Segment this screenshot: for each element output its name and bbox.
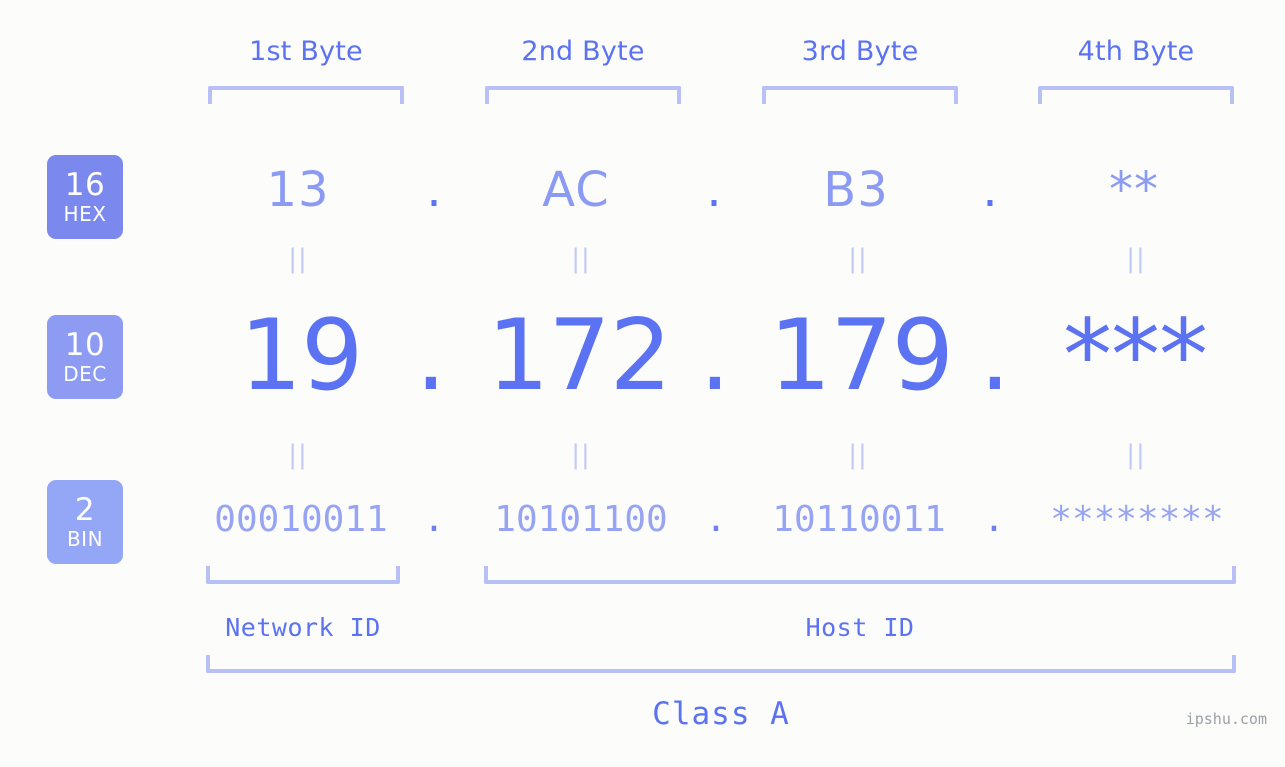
class-label: Class A — [206, 696, 1236, 732]
base-badge-dec-number: 10 — [65, 330, 105, 361]
network-id-label: Network ID — [206, 613, 400, 642]
byte-bracket-top-3 — [762, 86, 958, 104]
equals-mark-hex-dec-1: || — [200, 246, 396, 272]
dec-byte-1: 19 — [200, 296, 402, 416]
byte-bracket-top-1 — [208, 86, 404, 104]
hex-byte-4: ** — [1036, 150, 1232, 230]
byte-header-1: 1st Byte — [208, 32, 404, 72]
base-badge-dec-name: DEC — [63, 364, 107, 384]
equals-mark-dec-bin-4: || — [1038, 442, 1234, 468]
bin-byte-2: 10101100 — [480, 492, 682, 548]
dec-byte-3: 179 — [748, 296, 974, 416]
bin-separator-3: . — [962, 492, 1026, 548]
dec-separator-2: . — [680, 296, 750, 416]
byte-header-3: 3rd Byte — [762, 32, 958, 72]
class-bracket — [206, 655, 1236, 673]
bin-separator-1: . — [402, 492, 466, 548]
byte-header-2: 2nd Byte — [485, 32, 681, 72]
base-badge-dec: 10 DEC — [47, 315, 123, 399]
network-id-bracket — [206, 566, 400, 584]
dec-byte-2: 172 — [466, 296, 692, 416]
base-badge-hex-number: 16 — [65, 170, 105, 201]
dec-separator-1: . — [396, 296, 466, 416]
hex-separator-1: . — [404, 150, 464, 230]
host-id-label: Host ID — [484, 613, 1236, 642]
ip-address-breakdown-diagram: 1st Byte 2nd Byte 3rd Byte 4th Byte 16 H… — [0, 0, 1285, 767]
site-watermark: ipshu.com — [1186, 710, 1267, 728]
equals-mark-hex-dec-3: || — [760, 246, 956, 272]
dec-byte-4: *** — [1028, 296, 1242, 416]
hex-byte-1: 13 — [200, 150, 396, 230]
equals-mark-hex-dec-4: || — [1038, 246, 1234, 272]
base-badge-bin-number: 2 — [75, 495, 95, 526]
equals-mark-dec-bin-2: || — [483, 442, 679, 468]
base-badge-hex-name: HEX — [64, 204, 107, 224]
host-id-bracket — [484, 566, 1236, 584]
base-badge-bin-name: BIN — [67, 529, 103, 549]
bin-separator-2: . — [684, 492, 748, 548]
hex-byte-3: B3 — [758, 150, 954, 230]
base-badge-hex: 16 HEX — [47, 155, 123, 239]
equals-mark-hex-dec-2: || — [483, 246, 679, 272]
byte-bracket-top-4 — [1038, 86, 1234, 104]
byte-header-4: 4th Byte — [1038, 32, 1234, 72]
hex-byte-2: AC — [478, 150, 674, 230]
hex-separator-3: . — [960, 150, 1020, 230]
bin-byte-4: ******** — [1036, 492, 1238, 548]
byte-bracket-top-2 — [485, 86, 681, 104]
dec-separator-3: . — [960, 296, 1030, 416]
base-badge-bin: 2 BIN — [47, 480, 123, 564]
bin-byte-3: 10110011 — [758, 492, 960, 548]
equals-mark-dec-bin-3: || — [760, 442, 956, 468]
bin-byte-1: 00010011 — [200, 492, 402, 548]
hex-separator-2: . — [684, 150, 744, 230]
equals-mark-dec-bin-1: || — [200, 442, 396, 468]
